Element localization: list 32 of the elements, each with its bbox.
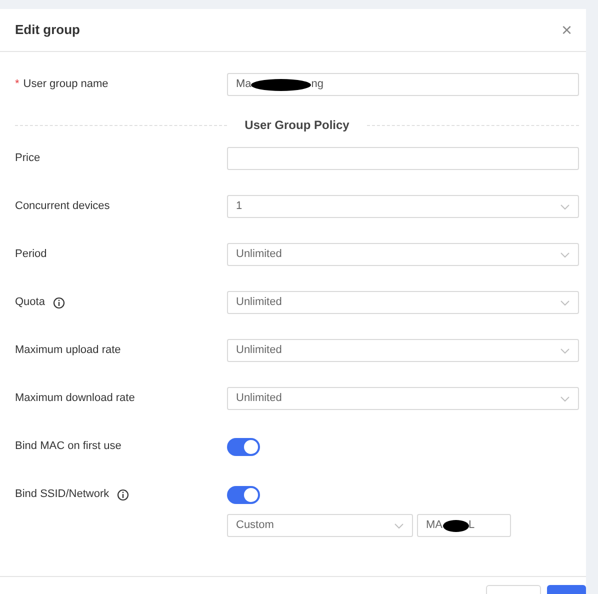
field-label: Price xyxy=(15,151,40,166)
field-label: Bind SSID/Network xyxy=(15,487,110,502)
field-label: Maximum upload rate xyxy=(15,343,121,358)
field-label: Period xyxy=(15,247,47,262)
select-field[interactable]: Unlimited xyxy=(227,243,579,266)
field-label: Concurrent devices xyxy=(15,199,110,214)
select-field[interactable]: Unlimited xyxy=(227,339,579,362)
chevron-down-icon xyxy=(560,252,570,258)
chevron-down-icon xyxy=(560,204,570,210)
chevron-down-icon xyxy=(560,348,570,354)
info-icon[interactable] xyxy=(52,296,65,308)
input-field[interactable]: MA L xyxy=(417,514,511,537)
toggle-switch[interactable] xyxy=(227,486,260,504)
input-field[interactable]: Ma ng xyxy=(227,73,579,96)
field-label: Maximum download rate xyxy=(15,391,135,406)
select-field[interactable]: 1 xyxy=(227,195,579,218)
select-field[interactable]: Unlimited xyxy=(227,291,579,314)
close-button[interactable]: × xyxy=(557,21,576,39)
chevron-down-icon xyxy=(560,300,570,306)
input-field[interactable] xyxy=(227,147,579,170)
select-field[interactable]: Custom xyxy=(227,514,413,537)
chevron-down-icon xyxy=(560,396,570,402)
toggle-switch[interactable] xyxy=(227,438,260,456)
required-mark: * xyxy=(15,77,20,92)
chevron-down-icon xyxy=(394,522,404,528)
section-title: User Group Policy xyxy=(244,117,350,134)
info-icon[interactable] xyxy=(117,488,130,500)
select-field[interactable]: Unlimited xyxy=(227,387,579,410)
dialog-title: Edit group xyxy=(15,21,80,40)
field-label: Quota xyxy=(15,295,45,310)
field-label: Bind MAC on first use xyxy=(15,439,122,454)
field-label: User group name xyxy=(23,77,108,92)
